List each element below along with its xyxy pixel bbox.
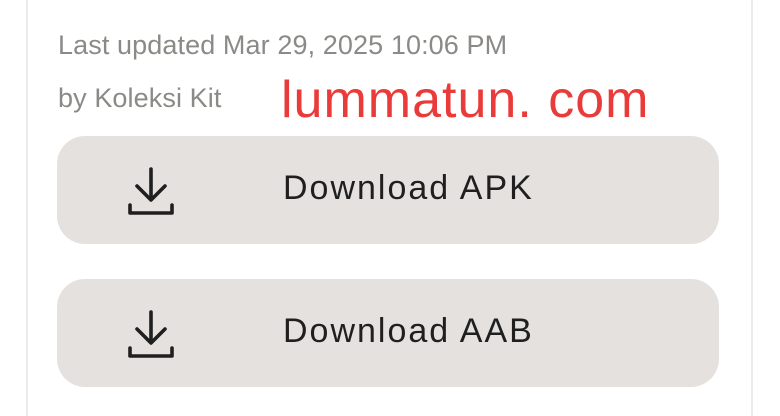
download-apk-label: Download APK [283,169,534,207]
download-aab-label: Download AAB [283,312,534,350]
card-right-border [751,0,753,416]
download-aab-button[interactable]: Download AAB [57,279,719,387]
download-apk-button[interactable]: Download APK [57,136,719,244]
card-left-border [26,0,28,416]
watermark-text: lummatun. com [281,71,650,129]
last-updated-text: Last updated Mar 29, 2025 10:06 PM [58,30,508,60]
download-icon [128,167,174,215]
download-card: Last updated Mar 29, 2025 10:06 PM by Ko… [0,0,780,416]
author-text: by Koleksi Kit [58,83,222,113]
download-icon [128,310,174,358]
